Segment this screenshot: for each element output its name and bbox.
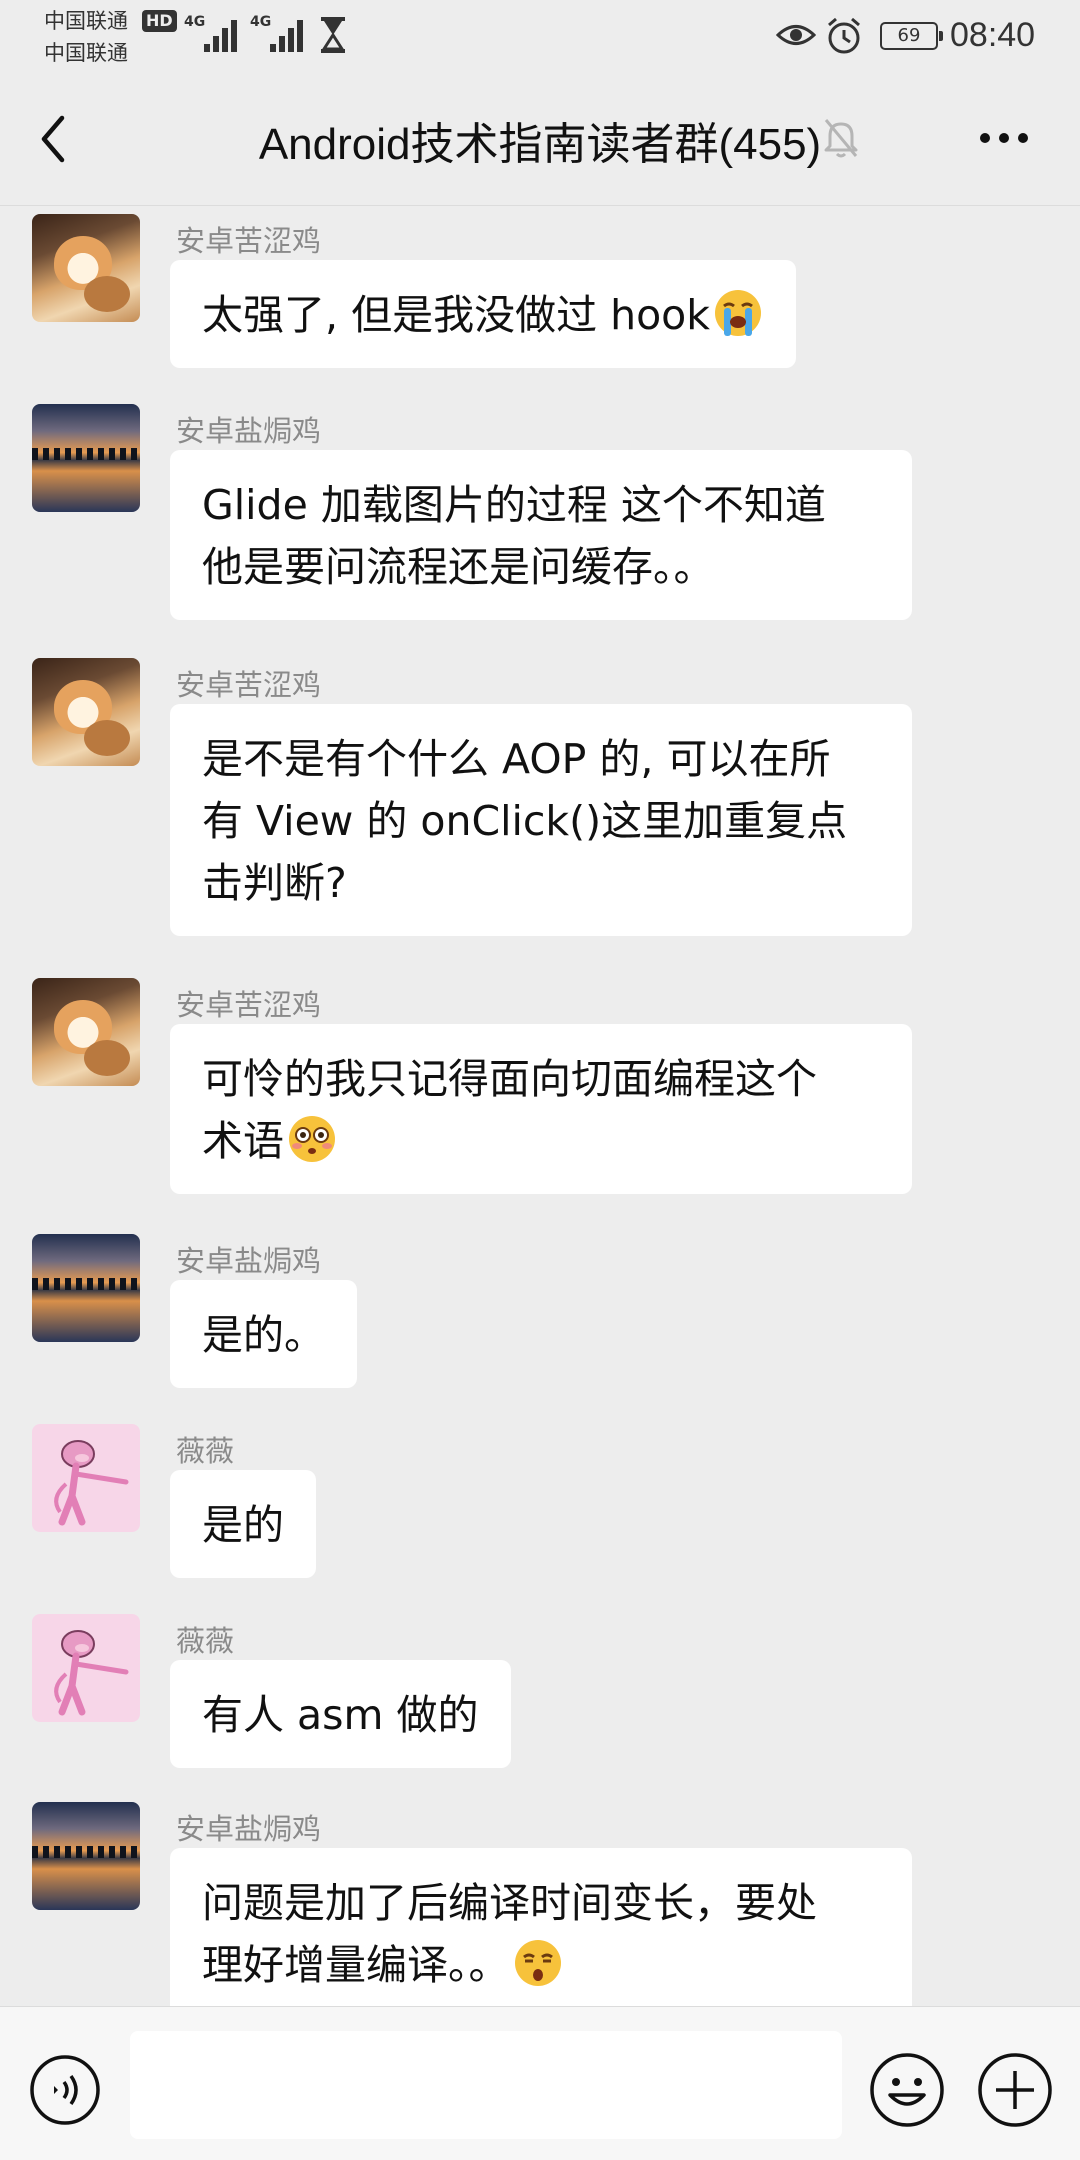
more-horizontal-icon[interactable] [978, 128, 1030, 148]
message-composer [0, 2006, 1080, 2160]
message-text-line: 可怜的我只记得面向切面编程这个 [202, 1055, 817, 1103]
sender-name: 安卓苦涩鸡 [176, 988, 322, 1022]
message-bubble[interactable]: Glide 加载图片的过程 这个不知道 他是要问流程还是问缓存。。 [170, 450, 912, 620]
flushed-face-icon [289, 1116, 335, 1162]
avatar[interactable] [32, 1424, 140, 1532]
message-bubble[interactable]: 是不是有个什么 AOP 的, 可以在所 有 View 的 onClick()这里… [170, 704, 912, 936]
sender-name: 安卓盐焗鸡 [176, 1812, 322, 1846]
status-bar: 中国联通 HD 中国联通 4G 4G 69 08:40 [0, 0, 1080, 72]
battery-indicator: 69 [880, 22, 943, 50]
sender-name: 薇薇 [176, 1434, 235, 1468]
message-input[interactable] [130, 2031, 842, 2139]
avatar[interactable] [32, 1234, 140, 1342]
network-type-2: 4G [250, 14, 272, 30]
sender-name: 安卓盐焗鸡 [176, 1244, 322, 1278]
network-type-1: 4G [184, 14, 206, 30]
message-text-line: 击判断? [202, 859, 347, 907]
message-text-line: 是不是有个什么 AOP 的, 可以在所 [202, 735, 831, 783]
message-list[interactable]: 安卓苦涩鸡 太强了, 但是我没做过 hook 安卓盐焗鸡 Glide 加载图片的… [0, 206, 1080, 2006]
bell-off-icon [824, 119, 858, 158]
avatar[interactable] [32, 214, 140, 322]
message-text: 是的 [202, 1501, 284, 1549]
sender-name: 薇薇 [176, 1624, 235, 1658]
loudly-crying-face-icon [715, 290, 761, 336]
avatar[interactable] [32, 658, 140, 766]
message-text: 是的。 [202, 1311, 325, 1359]
message-text: 太强了, 但是我没做过 hook [202, 291, 710, 339]
plus-circle-icon[interactable] [976, 2051, 1054, 2129]
sender-name: 安卓盐焗鸡 [176, 414, 322, 448]
eye-icon [776, 25, 816, 45]
message-bubble[interactable]: 可怜的我只记得面向切面编程这个 术语 [170, 1024, 912, 1194]
message-bubble[interactable]: 太强了, 但是我没做过 hook [170, 260, 796, 368]
chat-header: Android技术指南读者群(455) [0, 72, 1080, 206]
message-text-line: 理好增量编译。。 [202, 1941, 510, 1989]
page-title: Android技术指南读者群(455) [0, 108, 1080, 172]
message-text-line: 他是要问流程还是问缓存。。 [202, 543, 715, 591]
alarm-icon [828, 17, 860, 54]
avatar[interactable] [32, 404, 140, 512]
message-bubble[interactable]: 有人 asm 做的 [170, 1660, 511, 1768]
message-text-line: 有 View 的 onClick()这里加重复点 [202, 797, 848, 845]
carrier-name-1: 中国联通 [44, 9, 128, 33]
pink-panther-icon [54, 1630, 129, 1716]
sender-name: 安卓苦涩鸡 [176, 668, 322, 702]
message-bubble[interactable]: 是的。 [170, 1280, 357, 1388]
hourglass-icon [321, 17, 345, 53]
hd-badge: HD [142, 10, 177, 32]
message-bubble[interactable]: 问题是加了后编译时间变长，要处 理好增量编译。。 [170, 1848, 912, 2006]
avatar[interactable] [32, 1802, 140, 1910]
smiley-icon[interactable] [868, 2051, 946, 2129]
clock-time: 08:40 [950, 16, 1036, 54]
group-title: Android技术指南读者群(455) [258, 120, 822, 169]
message-text: 有人 asm 做的 [202, 1691, 479, 1739]
avatar[interactable] [32, 978, 140, 1086]
voice-icon[interactable] [28, 2053, 102, 2127]
pink-panther-icon [54, 1440, 129, 1526]
sender-name: 安卓苦涩鸡 [176, 224, 322, 258]
message-text-line: Glide 加载图片的过程 这个不知道 [202, 481, 826, 529]
message-bubble[interactable]: 是的 [170, 1470, 316, 1578]
message-text-line: 问题是加了后编译时间变长，要处 [202, 1879, 817, 1927]
kissing-face-icon [514, 1940, 561, 1986]
carrier-name-2: 中国联通 [44, 41, 128, 65]
message-text-line: 术语 [202, 1117, 284, 1165]
avatar[interactable] [32, 1614, 140, 1722]
